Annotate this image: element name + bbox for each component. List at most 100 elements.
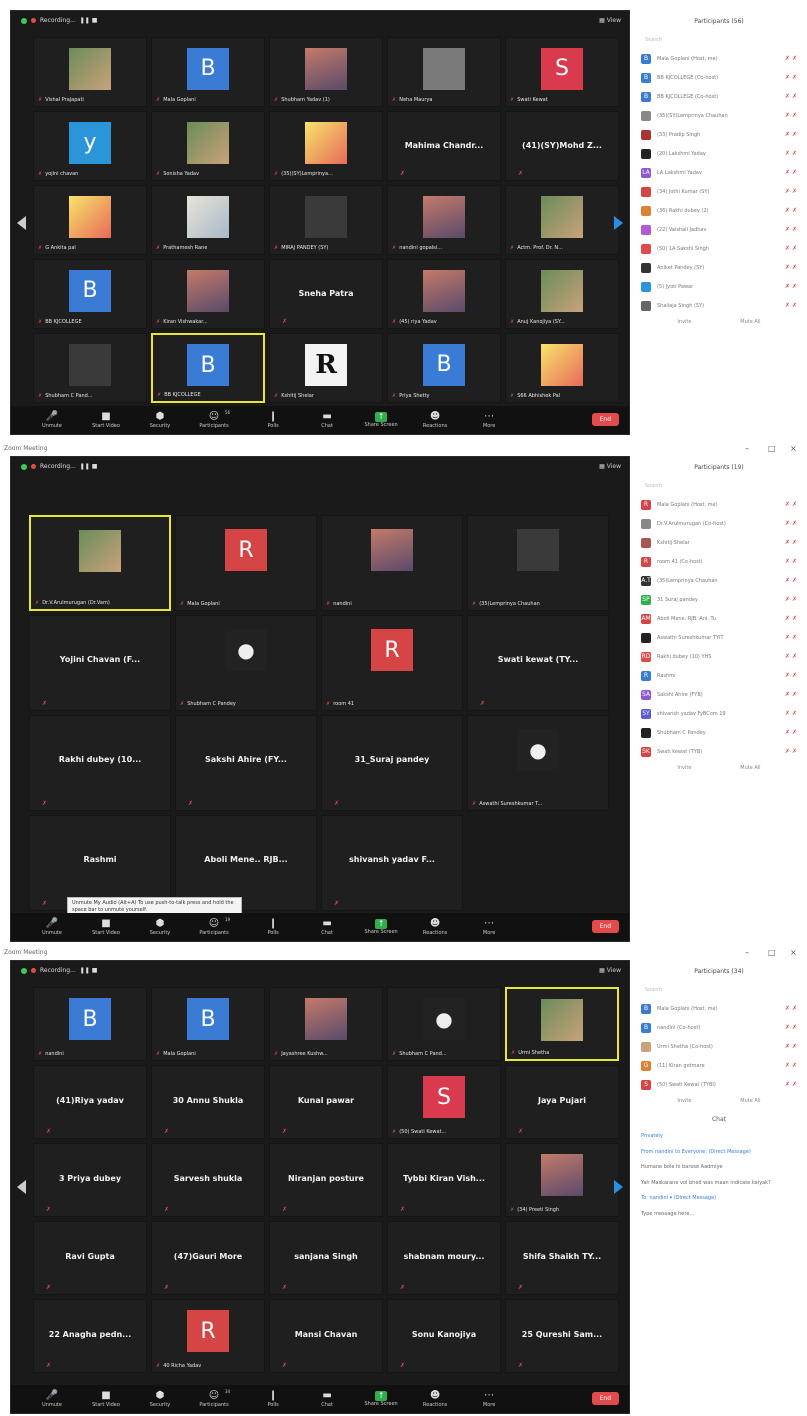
recording-indicator[interactable]: Recording... ❚❚ ■: [21, 463, 97, 470]
video-tile[interactable]: 30 Annu Shukla ✗: [151, 1065, 265, 1139]
video-tile[interactable]: ● ✗ Shubham C Pand...: [387, 987, 501, 1061]
video-tile[interactable]: shabnam moury... ✗: [387, 1221, 501, 1295]
participant-search[interactable]: Search: [645, 483, 805, 489]
share-screen-button[interactable]: ↑ Share Screen: [354, 411, 408, 429]
video-tile[interactable]: Kunal pawar ✗: [269, 1065, 383, 1139]
mute-all-button[interactable]: Mute All: [740, 1098, 760, 1104]
participant-row[interactable]: G (11) Kiran gotmare ✗ ✗: [633, 1056, 805, 1075]
participant-row[interactable]: B Mala Goplani (Host, me) ✗ ✗: [633, 999, 805, 1018]
video-tile[interactable]: 3 Priya dubey ✗: [33, 1143, 147, 1217]
video-tile[interactable]: Sonu Kanojiya ✗: [387, 1299, 501, 1373]
recording-indicator[interactable]: Recording... ❚❚ ■: [21, 967, 97, 974]
video-tile[interactable]: 25 Qureshi Sam... ✗: [505, 1299, 619, 1373]
participant-row[interactable]: Shubham C Pandey ✗ ✗: [633, 723, 805, 742]
polls-button[interactable]: ❙ Polls: [246, 1389, 300, 1409]
recording-indicator[interactable]: Recording... ❚❚ ■: [21, 17, 97, 24]
video-tile[interactable]: Yojini Chavan (F... ✗: [29, 615, 171, 711]
next-page-arrow-icon[interactable]: [614, 215, 623, 230]
start-video-button[interactable]: ■ Start Video: [79, 410, 133, 430]
participant-row[interactable]: (33) Pradip Singh ✗ ✗: [633, 125, 805, 144]
participant-row[interactable]: B BB KJCOLLEGE (Co-host) ✗ ✗: [633, 68, 805, 87]
video-tile[interactable]: ✗ (35)Lemprinya Chauhan: [467, 515, 609, 611]
unmute-button[interactable]: 🎤 Unmute: [25, 410, 79, 430]
video-tile[interactable]: 31_Suraj pandey ✗: [321, 715, 463, 811]
participant-row[interactable]: Shailaja Singh (SY) ✗ ✗: [633, 296, 805, 315]
video-tile[interactable]: ✗ nandini: [321, 515, 463, 611]
participant-row[interactable]: (5) Jyoti Pawar ✗ ✗: [633, 277, 805, 296]
participant-search[interactable]: Search: [645, 987, 805, 993]
video-tile[interactable]: (47)Gauri More ✗: [151, 1221, 265, 1295]
video-tile[interactable]: ✗ Anuj Kanojiya (SY...: [505, 259, 619, 329]
video-tile[interactable]: ✗ nandini gopalsi...: [387, 185, 501, 255]
maximize-icon[interactable]: □: [768, 948, 776, 958]
video-tile[interactable]: R ✗ room 41: [321, 615, 463, 711]
chat-input[interactable]: Type message here...: [641, 1211, 797, 1219]
chat-button[interactable]: ▬ Chat: [300, 410, 354, 430]
video-tile[interactable]: ✗ Shubham C Pand...: [33, 333, 147, 403]
reactions-button[interactable]: ☻ Reactions: [408, 917, 462, 937]
chat-button[interactable]: ▬ Chat: [300, 1389, 354, 1409]
security-button[interactable]: ⬢ Security: [133, 1389, 187, 1409]
participant-row[interactable]: RD Rakhi dubey (10) YHS ✗ ✗: [633, 647, 805, 666]
reactions-button[interactable]: ☻ Reactions: [408, 410, 462, 430]
view-button[interactable]: ▦ View: [599, 967, 621, 974]
participant-row[interactable]: B BB KJCOLLEGE (Co-host) ✗ ✗: [633, 87, 805, 106]
video-tile[interactable]: B ✗ BB KJCOLLEGE: [151, 333, 265, 403]
video-tile[interactable]: ● ✗ Aswathi Sureshkumar T...: [467, 715, 609, 811]
video-tile[interactable]: R ✗ Mala Goplani: [175, 515, 317, 611]
participant-row[interactable]: R Rashmi ✗ ✗: [633, 666, 805, 685]
more-button[interactable]: ⋯ More: [462, 410, 516, 430]
video-tile[interactable]: B ✗ nandini: [33, 987, 147, 1061]
chat-button[interactable]: ▬ Chat: [300, 917, 354, 937]
video-tile[interactable]: B ✗ Mala Goplani: [151, 37, 265, 107]
participant-row[interactable]: Aniket Pandey (SY) ✗ ✗: [633, 258, 805, 277]
participant-search[interactable]: Search: [645, 37, 805, 43]
minimize-icon[interactable]: –: [745, 444, 749, 454]
participant-row[interactable]: (34) Jothi Kumar (SY) ✗ ✗: [633, 182, 805, 201]
more-button[interactable]: ⋯ More: [462, 1389, 516, 1409]
video-tile[interactable]: ✗ (34) Preeti Singh: [505, 1143, 619, 1217]
participant-row[interactable]: SP 31 Suraj pandey ✗ ✗: [633, 590, 805, 609]
invite-button[interactable]: Invite: [677, 1098, 691, 1104]
mute-all-button[interactable]: Mute All: [740, 765, 760, 771]
mute-all-button[interactable]: Mute All: [740, 319, 760, 325]
participant-row[interactable]: Bnandini (Co-host) ✗ ✗: [633, 1018, 805, 1037]
video-tile[interactable]: Ravi Gupta ✗: [33, 1221, 147, 1295]
video-tile[interactable]: Sakshi Ahire (FY... ✗: [175, 715, 317, 811]
minimize-icon[interactable]: –: [745, 948, 749, 958]
video-tile[interactable]: Tybbi Kiran Vish... ✗: [387, 1143, 501, 1217]
end-button[interactable]: End: [591, 413, 619, 426]
prev-page-arrow-icon[interactable]: [17, 1180, 26, 1194]
video-tile[interactable]: ✗ Urmi Shetha: [505, 987, 619, 1061]
polls-button[interactable]: ❙ Polls: [246, 410, 300, 430]
video-tile[interactable]: Mahima Chandr... ✗: [387, 111, 501, 181]
video-tile[interactable]: Sneha Patra ✗: [269, 259, 383, 329]
participant-row[interactable]: Aswathi Sureshkumar TYIT ✗ ✗: [633, 628, 805, 647]
video-tile[interactable]: ✗ Neha Maurya: [387, 37, 501, 107]
participant-row[interactable]: Kshitij Shelar ✗ ✗: [633, 533, 805, 552]
video-tile[interactable]: B ✗ BB KJCOLLEGE: [33, 259, 147, 329]
participants-button[interactable]: ☺ Participants: [187, 410, 241, 430]
participant-row[interactable]: Urmi Shetha (Co-host) ✗ ✗: [633, 1037, 805, 1056]
video-tile[interactable]: Sarvesh shukla ✗: [151, 1143, 265, 1217]
polls-button[interactable]: ❙ Polls: [246, 917, 300, 937]
next-page-arrow-icon[interactable]: [614, 1180, 623, 1194]
video-tile[interactable]: ✗ Dr.V.Arulmurugan (Dr.Vam): [29, 515, 171, 611]
participant-row[interactable]: Rroom 41 (Co-host) ✗ ✗: [633, 552, 805, 571]
unmute-button[interactable]: 🎤 Unmute: [25, 1389, 79, 1409]
video-tile[interactable]: (41)Riya yadav ✗: [33, 1065, 147, 1139]
participant-row[interactable]: Dr.V.Arulmurugan (Co-host) ✗ ✗: [633, 514, 805, 533]
participant-row[interactable]: (20) Lakshmi Yadav ✗ ✗: [633, 144, 805, 163]
video-tile[interactable]: ✗ Sonisha Yadav: [151, 111, 265, 181]
video-tile[interactable]: ✗ Actm. Prof. Dr. N...: [505, 185, 619, 255]
participant-row[interactable]: SK Swati kewat (TYB) ✗ ✗: [633, 742, 805, 761]
video-tile[interactable]: ✗ Shubham Yadav (1): [269, 37, 383, 107]
video-tile[interactable]: Niranjan posture ✗: [269, 1143, 383, 1217]
video-tile[interactable]: ✗ Prathamesh Rane: [151, 185, 265, 255]
participant-row[interactable]: LA LA Lakshmi Yadav ✗ ✗: [633, 163, 805, 182]
video-tile[interactable]: 22 Anagha pedn... ✗: [33, 1299, 147, 1373]
video-tile[interactable]: Jaya Pujari ✗: [505, 1065, 619, 1139]
video-tile[interactable]: ● ✗ Shubham C Pandey: [175, 615, 317, 711]
video-tile[interactable]: B ✗ Priya Shetty: [387, 333, 501, 403]
pause-icon[interactable]: ❚❚ ■: [80, 17, 98, 24]
